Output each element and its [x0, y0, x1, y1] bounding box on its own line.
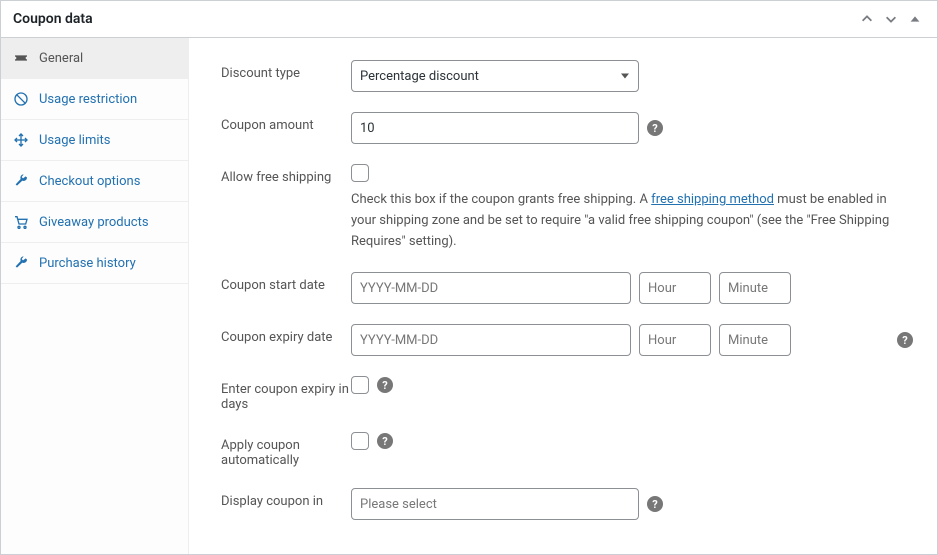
sidebar-item-label: General	[39, 51, 83, 66]
row-auto-apply: Apply coupon automatically ?	[221, 422, 913, 478]
move-up-icon[interactable]	[857, 9, 877, 29]
cart-icon	[13, 214, 29, 230]
sidebar-item-usage-restriction[interactable]: Usage restriction	[1, 79, 188, 120]
label-start-date: Coupon start date	[221, 272, 351, 293]
sidebar-item-purchase-history[interactable]: Purchase history	[1, 243, 188, 284]
expiry-hour-input[interactable]	[639, 324, 711, 356]
auto-apply-checkbox[interactable]	[351, 432, 369, 450]
start-date-input[interactable]	[351, 272, 631, 304]
coupon-data-panel: Coupon data General	[0, 0, 938, 555]
row-discount-type: Discount type Percentage discount	[221, 50, 913, 102]
label-expiry-days: Enter coupon expiry in days	[221, 376, 351, 412]
sidebar: General Usage restriction Usage limits C…	[1, 38, 189, 554]
sidebar-item-label: Checkout options	[39, 174, 140, 189]
free-shipping-link[interactable]: free shipping method	[651, 192, 774, 207]
help-icon[interactable]: ?	[647, 120, 663, 136]
sidebar-item-label: Purchase history	[39, 256, 136, 271]
expiry-days-checkbox[interactable]	[351, 376, 369, 394]
expiry-date-input[interactable]	[351, 324, 631, 356]
free-shipping-checkbox[interactable]	[351, 164, 369, 182]
sidebar-item-label: Usage limits	[39, 133, 110, 148]
panel-header: Coupon data	[1, 1, 937, 38]
panel-header-controls	[857, 9, 925, 29]
free-shipping-desc: Check this box if the coupon grants free…	[351, 190, 911, 252]
row-free-shipping: Allow free shipping Check this box if th…	[221, 154, 913, 262]
sidebar-item-label: Giveaway products	[39, 215, 149, 230]
block-icon	[13, 91, 29, 107]
panel-title: Coupon data	[13, 11, 93, 27]
row-display-in: Display coupon in ?	[221, 478, 913, 530]
start-minute-input[interactable]	[719, 272, 791, 304]
label-display-in: Display coupon in	[221, 488, 351, 509]
help-icon[interactable]: ?	[377, 377, 393, 393]
label-auto-apply: Apply coupon automatically	[221, 432, 351, 468]
label-coupon-amount: Coupon amount	[221, 112, 351, 133]
move-icon	[13, 132, 29, 148]
row-expiry-days: Enter coupon expiry in days ?	[221, 366, 913, 422]
label-expiry-date: Coupon expiry date	[221, 324, 351, 345]
ticket-icon	[13, 50, 29, 66]
coupon-amount-input[interactable]	[351, 112, 639, 144]
row-coupon-amount: Coupon amount ?	[221, 102, 913, 154]
display-in-input[interactable]	[351, 488, 639, 520]
start-hour-input[interactable]	[639, 272, 711, 304]
help-icon[interactable]: ?	[897, 332, 913, 348]
wrench-icon	[13, 255, 29, 271]
row-start-date: Coupon start date	[221, 262, 913, 314]
move-down-icon[interactable]	[881, 9, 901, 29]
help-icon[interactable]: ?	[647, 496, 663, 512]
collapse-toggle-icon[interactable]	[905, 9, 925, 29]
form-area: Discount type Percentage discount Coupon…	[189, 38, 937, 554]
sidebar-item-giveaway-products[interactable]: Giveaway products	[1, 202, 188, 243]
label-discount-type: Discount type	[221, 60, 351, 81]
sidebar-item-label: Usage restriction	[39, 92, 137, 107]
sidebar-item-usage-limits[interactable]: Usage limits	[1, 120, 188, 161]
row-expiry-date: Coupon expiry date ?	[221, 314, 913, 366]
wrench-icon	[13, 173, 29, 189]
discount-type-select[interactable]: Percentage discount	[351, 60, 639, 92]
label-free-shipping: Allow free shipping	[221, 164, 351, 185]
sidebar-item-checkout-options[interactable]: Checkout options	[1, 161, 188, 202]
expiry-minute-input[interactable]	[719, 324, 791, 356]
panel-body: General Usage restriction Usage limits C…	[1, 38, 937, 554]
help-icon[interactable]: ?	[377, 433, 393, 449]
sidebar-item-general[interactable]: General	[1, 38, 188, 79]
